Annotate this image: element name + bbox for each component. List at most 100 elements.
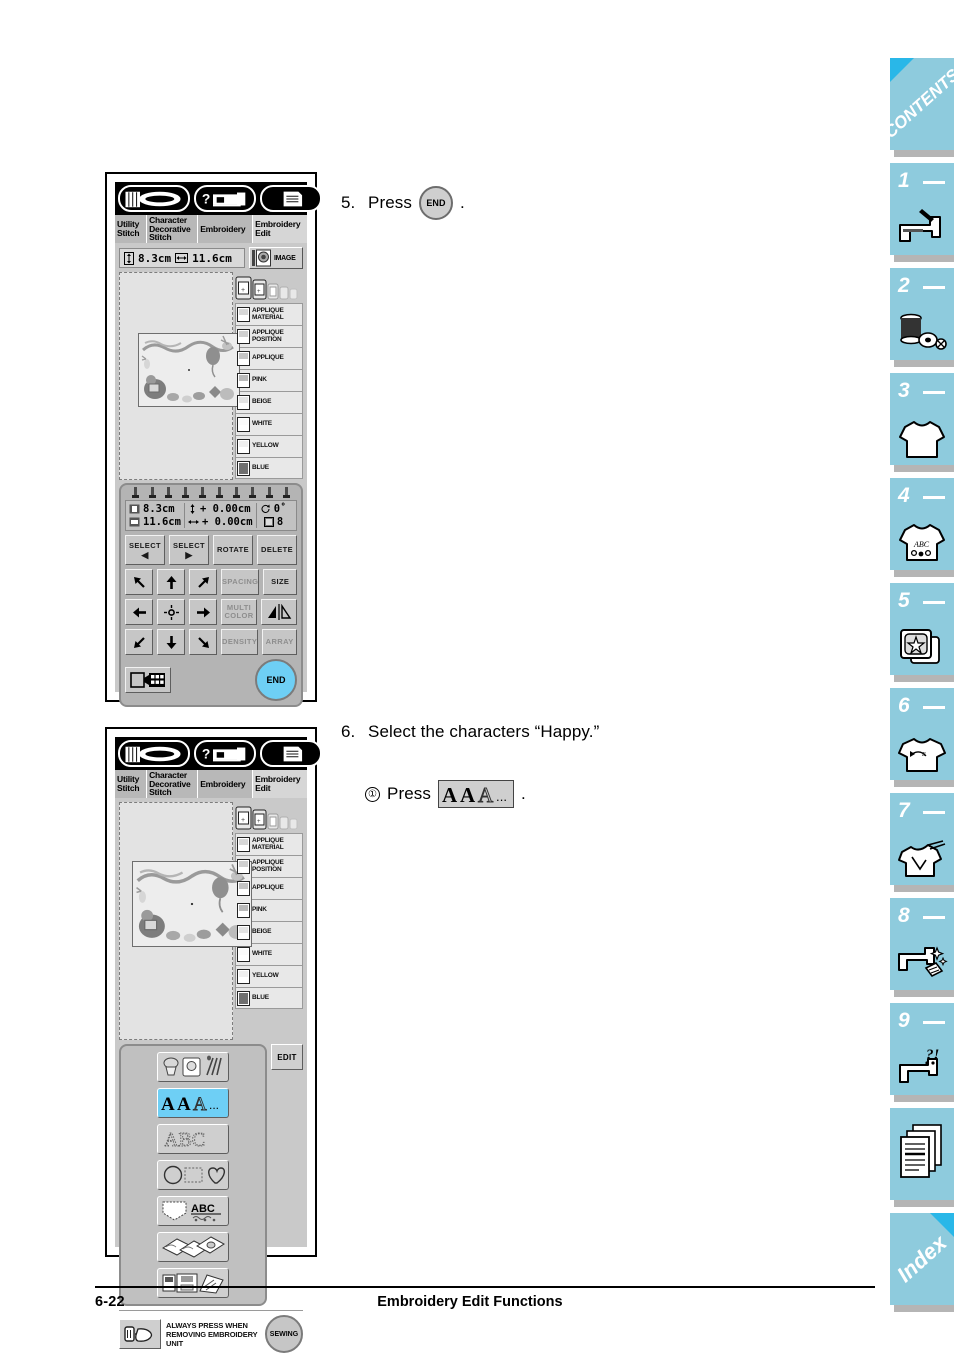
- size-label: SIZE: [271, 577, 290, 586]
- tab-character-decorative-stitch[interactable]: Character Decorative Stitch: [147, 770, 199, 798]
- select-next-button[interactable]: SELECT ▶: [169, 535, 209, 565]
- multi-color-button[interactable]: MULTI COLOR: [221, 599, 257, 625]
- color-swatch: [237, 969, 250, 984]
- density-button[interactable]: DENSITY: [221, 629, 259, 655]
- color-row-applique[interactable]: APPLIQUE: [235, 877, 303, 899]
- sidebar-tab-8[interactable]: 8: [890, 898, 954, 997]
- move-down-right-button[interactable]: [189, 629, 217, 655]
- move-up-left-button[interactable]: [125, 569, 153, 595]
- edit-button-label: EDIT: [277, 1052, 297, 1062]
- color-row-blue[interactable]: BLUE: [235, 987, 303, 1009]
- sidebar-tab-appendix[interactable]: [890, 1108, 954, 1207]
- sidebar-tab-5[interactable]: 5: [890, 583, 954, 682]
- design-preview-area[interactable]: [119, 272, 240, 480]
- move-left-button[interactable]: [125, 599, 153, 625]
- tab-embroidery-edit[interactable]: Embroidery Edit: [253, 215, 308, 243]
- sidebar-tab-7[interactable]: 7: [890, 793, 954, 892]
- color-row-applique[interactable]: APPLIQUE: [235, 347, 303, 369]
- bobbin-winder-icon[interactable]: [118, 185, 190, 212]
- move-up-right-button[interactable]: [189, 569, 217, 595]
- size-button[interactable]: SIZE: [263, 569, 297, 595]
- tab-utility-stitch[interactable]: Utility Stitch: [115, 215, 148, 243]
- alphabet-abc-icon: ABC: [164, 1129, 206, 1151]
- tab-utility-stitch[interactable]: Utility Stitch: [115, 770, 148, 798]
- color-row-applique-material[interactable]: APPLIQUE MATERIAL: [235, 303, 303, 325]
- sidebar-tab-3[interactable]: 3: [890, 373, 954, 472]
- sidebar-tab-2[interactable]: 2: [890, 268, 954, 367]
- vertical-offset-icon: [190, 504, 195, 514]
- color-row-beige[interactable]: BEIGE: [235, 921, 303, 943]
- spacing-button[interactable]: SPACING: [221, 569, 260, 595]
- category-embroidery-patterns-button[interactable]: [157, 1052, 229, 1082]
- end-button[interactable]: END: [255, 659, 297, 701]
- tab-character-decorative-stitch[interactable]: Character Decorative Stitch: [147, 215, 199, 243]
- color-name: PINK: [252, 376, 267, 384]
- tab-label: Embroidery Edit: [255, 219, 301, 238]
- color-row-applique-material[interactable]: APPLIQUE MATERIAL: [235, 833, 303, 855]
- color-row-blue[interactable]: BLUE: [235, 457, 303, 479]
- end-illustration-label: END: [426, 198, 446, 208]
- color-row-pink[interactable]: PINK: [235, 369, 303, 391]
- array-label: ARRAY: [265, 637, 294, 646]
- color-rows: APPLIQUE MATERIAL APPLIQUE POSITION APPL…: [235, 303, 303, 479]
- array-button[interactable]: ARRAY: [262, 629, 297, 655]
- rotate-button[interactable]: ROTATE: [213, 535, 253, 565]
- remove-embroidery-unit-button[interactable]: [119, 1319, 161, 1349]
- category-alphabet-abc-button[interactable]: ABC: [157, 1124, 229, 1154]
- tab-embroidery[interactable]: Embroidery: [198, 770, 254, 798]
- document-list-icon[interactable]: [260, 185, 322, 212]
- center-button[interactable]: [157, 599, 185, 625]
- sewing-button[interactable]: SEWING: [265, 1315, 303, 1353]
- color-row-applique-position[interactable]: APPLIQUE POSITION: [235, 855, 303, 877]
- readout-offset-v: + 0.00cm: [199, 503, 251, 515]
- design-preview-area[interactable]: [119, 802, 252, 1040]
- move-down-button[interactable]: [157, 629, 185, 655]
- select-prev-button[interactable]: SELECT ◀: [125, 535, 165, 565]
- category-frame-shapes-button[interactable]: [157, 1160, 229, 1190]
- readout-size-w: 11.6cm: [143, 516, 181, 528]
- delete-button[interactable]: DELETE: [257, 535, 297, 565]
- color-row-yellow[interactable]: YELLOW: [235, 435, 303, 457]
- color-swatch: [237, 903, 250, 918]
- mirror-button[interactable]: [261, 599, 297, 625]
- color-row-beige[interactable]: BEIGE: [235, 391, 303, 413]
- card-patterns-icon: [161, 1236, 225, 1258]
- select-next-label: SELECT: [173, 540, 205, 550]
- move-down-left-button[interactable]: [125, 629, 153, 655]
- color-row-white[interactable]: WHITE: [235, 413, 303, 435]
- color-name: APPLIQUE: [252, 884, 284, 892]
- category-card-patterns-button[interactable]: [157, 1232, 229, 1262]
- thread-color-list: + + APPLIQUE MATERIAL APPLIQUE POSITION: [235, 272, 303, 480]
- move-right-button[interactable]: [189, 599, 217, 625]
- document-list-icon[interactable]: [260, 740, 322, 767]
- move-up-button[interactable]: [157, 569, 185, 595]
- svg-text:A: A: [478, 783, 494, 805]
- color-row-white[interactable]: WHITE: [235, 943, 303, 965]
- left-triangle-icon: ◀: [141, 549, 149, 560]
- category-pocket-abc-button[interactable]: ABC: [157, 1196, 229, 1226]
- sidebar-tab-index[interactable]: Index: [890, 1213, 954, 1312]
- image-button[interactable]: IMAGE: [249, 247, 303, 269]
- tab-embroidery[interactable]: Embroidery: [198, 215, 254, 243]
- color-row-pink[interactable]: PINK: [235, 899, 303, 921]
- manual-page: ? Utility Stitch Character Decorative St…: [0, 0, 954, 1353]
- sidebar-tab-4[interactable]: 4 ABC: [890, 478, 954, 577]
- sidebar-tab-9[interactable]: 9 ?!: [890, 1003, 954, 1102]
- step6-number: 6.: [341, 722, 356, 741]
- center-target-icon: [163, 604, 179, 620]
- sidebar-tab-1[interactable]: 1: [890, 163, 954, 262]
- color-row-applique-position[interactable]: APPLIQUE POSITION: [235, 325, 303, 347]
- svg-text:+: +: [257, 819, 261, 825]
- sidebar-tab-6[interactable]: 6 B: [890, 688, 954, 787]
- color-swatch: [237, 859, 250, 874]
- help-machine-icon[interactable]: ?: [194, 740, 256, 767]
- color-row-yellow[interactable]: YELLOW: [235, 965, 303, 987]
- edit-button[interactable]: EDIT: [271, 1044, 303, 1070]
- tab-embroidery-edit[interactable]: Embroidery Edit: [253, 770, 308, 798]
- help-machine-icon[interactable]: ?: [194, 185, 256, 212]
- category-character-fonts-button[interactable]: A A A ...: [157, 1088, 229, 1118]
- tab-number: 2: [898, 274, 910, 297]
- bobbin-winder-icon[interactable]: [118, 740, 190, 767]
- sidebar-tab-contents[interactable]: CONTENTS: [881, 58, 954, 157]
- hoop-layout-button[interactable]: [125, 667, 171, 693]
